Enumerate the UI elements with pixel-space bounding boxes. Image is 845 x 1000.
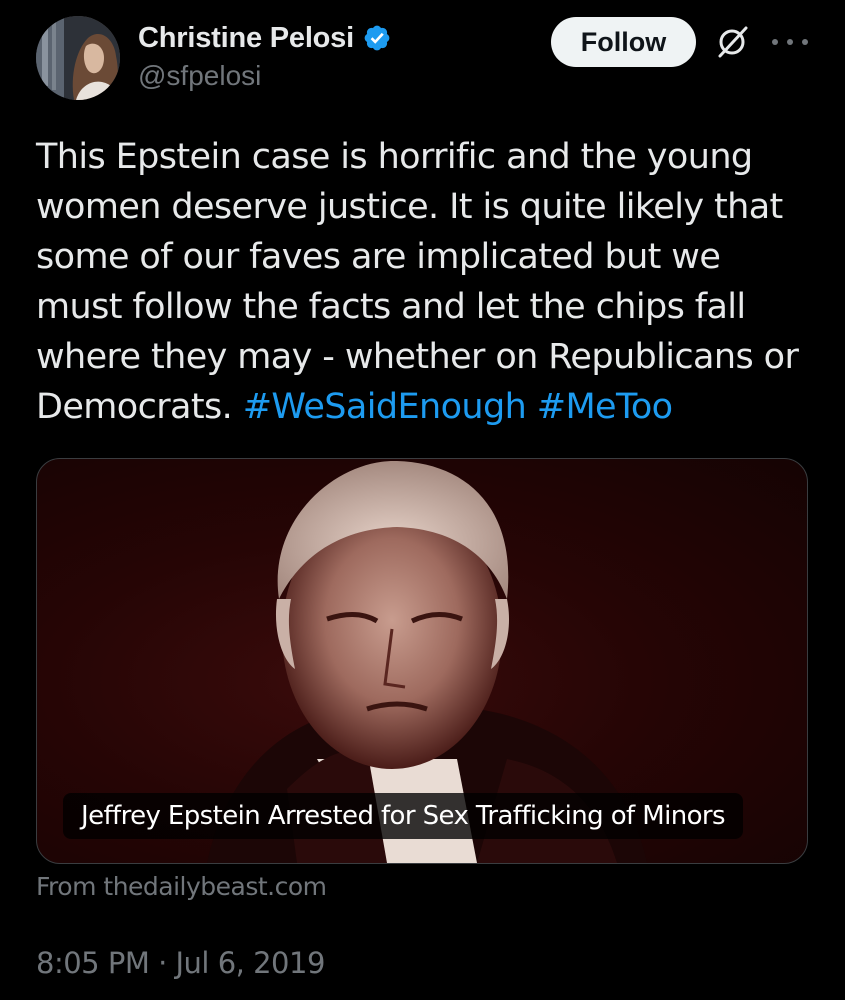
verified-badge-icon[interactable]	[362, 23, 392, 53]
hashtag-link[interactable]: #WeSaidEnough	[243, 387, 527, 427]
author-handle[interactable]: @sfpelosi	[138, 60, 261, 92]
hashtag-link[interactable]: #MeToo	[537, 387, 673, 427]
grok-icon[interactable]	[714, 24, 750, 60]
more-options-icon[interactable]	[772, 30, 808, 54]
profile-photo-icon	[36, 16, 120, 100]
tweet-body: This Epstein case is horrific and the yo…	[36, 137, 809, 427]
display-name-row: Christine Pelosi	[138, 18, 392, 58]
display-name[interactable]: Christine Pelosi	[138, 22, 354, 55]
more-dot	[802, 39, 808, 45]
tweet-text: This Epstein case is horrific and the yo…	[36, 132, 811, 432]
more-dot	[787, 39, 793, 45]
tweet-timestamp[interactable]: 8:05 PM · Jul 6, 2019	[36, 946, 325, 980]
card-source[interactable]: From thedailybeast.com	[36, 872, 327, 901]
more-dot	[772, 39, 778, 45]
follow-button[interactable]: Follow	[551, 17, 696, 67]
author-avatar[interactable]	[36, 16, 120, 100]
card-caption: Jeffrey Epstein Arrested for Sex Traffic…	[63, 793, 743, 839]
link-card[interactable]: Jeffrey Epstein Arrested for Sex Traffic…	[36, 458, 808, 864]
